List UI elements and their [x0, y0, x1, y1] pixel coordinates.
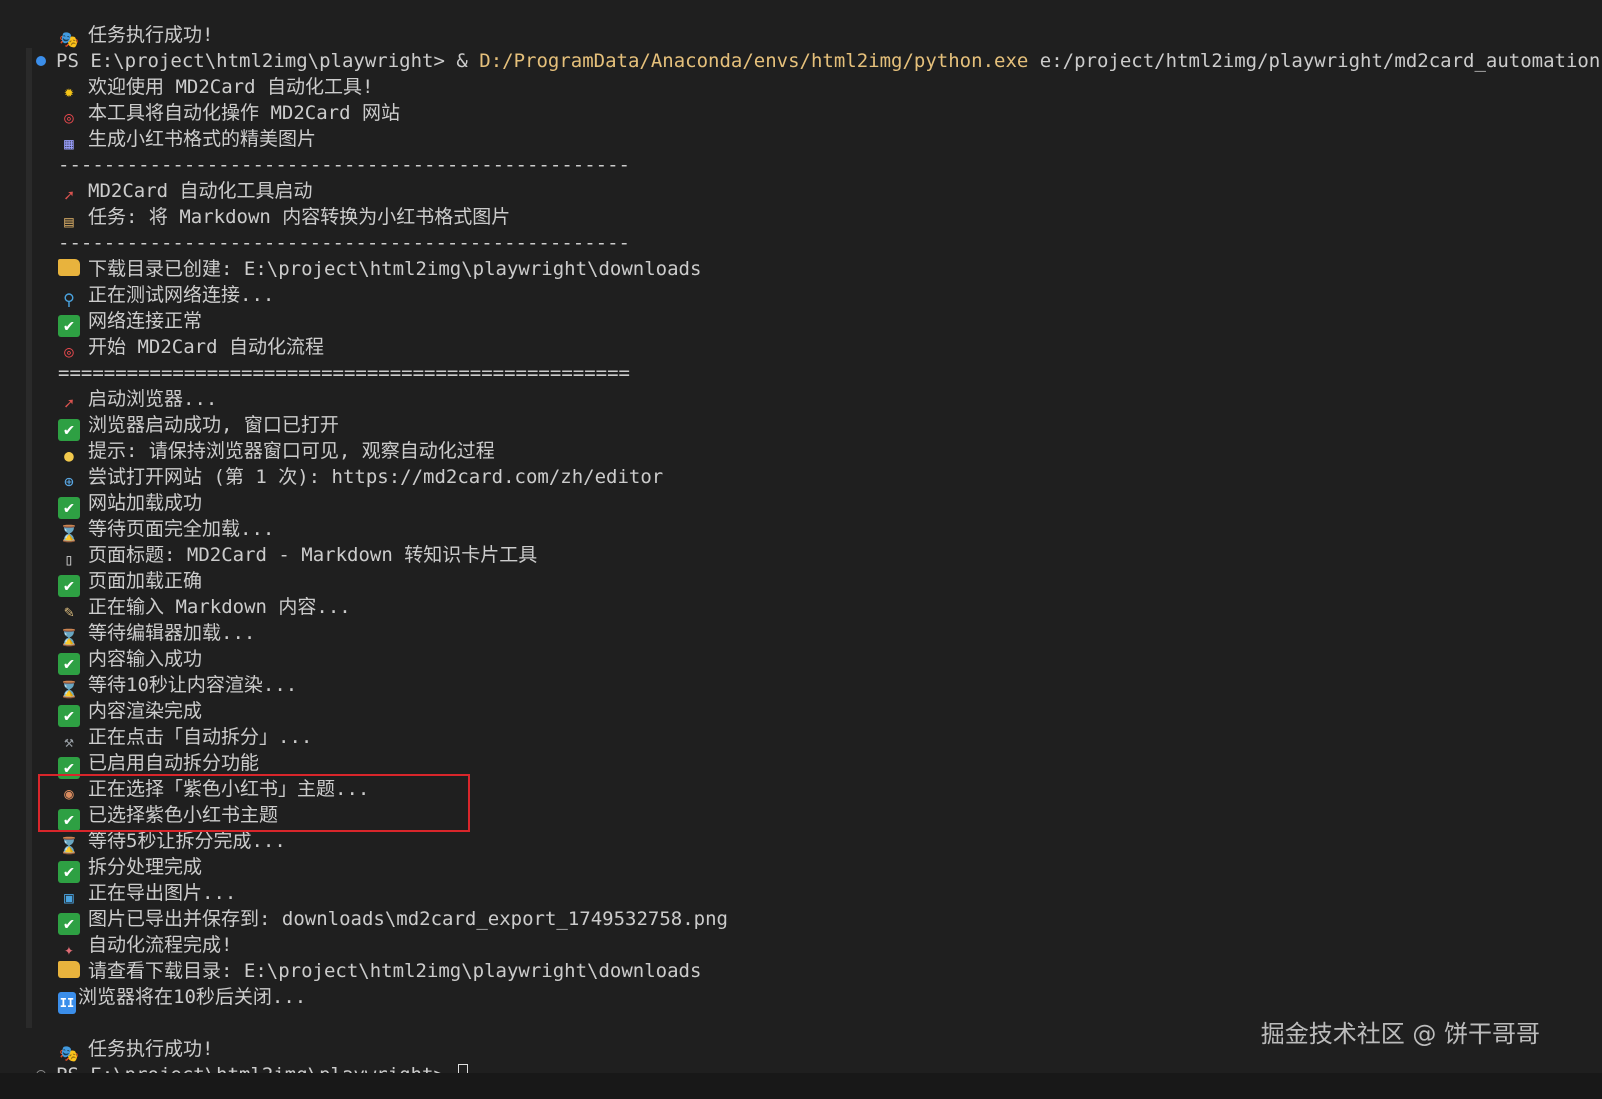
output-text: 浏览器将在10秒后关闭... [78, 986, 307, 1008]
divider-line: ----------------------------------------… [0, 152, 1602, 178]
output-text: 等待5秒让拆分完成... [88, 830, 286, 852]
output-text: 生成小红书格式的精美图片 [88, 128, 317, 150]
output-text: MD2Card 自动化工具启动 [88, 180, 313, 202]
output-text: 正在导出图片... [88, 882, 237, 904]
pause-icon: II [58, 992, 76, 1014]
output-text: 页面加载正确 [88, 570, 203, 592]
bottom-strip [0, 1073, 1602, 1099]
folder-icon [58, 259, 80, 276]
output-line: ✔ 浏览器启动成功, 窗口已打开 [0, 412, 1602, 441]
output-line: ▦ 生成小红书格式的精美图片 [0, 126, 1602, 153]
output-text: 网络连接正常 [88, 310, 203, 332]
prompt-text: PS E:\project\html2img\playwright> & [56, 50, 480, 72]
output-line: ✔ 页面加载正确 [0, 568, 1602, 597]
terminal-output: 🎭 任务执行成功! PS E:\project\html2img\playwrigh… [0, 22, 1602, 1088]
output-line: ✔ 拆分处理完成 [0, 854, 1602, 883]
output-text: 启动浏览器... [88, 388, 218, 410]
output-line: II 浏览器将在10秒后关闭... [0, 984, 1602, 1014]
output-line: ● 提示: 请保持浏览器窗口可见, 观察自动化过程 [0, 438, 1602, 465]
output-text: 提示: 请保持浏览器窗口可见, 观察自动化过程 [88, 440, 495, 462]
output-text: 图片已导出并保存到: downloads\md2card_export_1749… [88, 908, 728, 930]
output-text: 请查看下载目录: E:\project\html2img\playwright\… [88, 960, 702, 982]
output-text: 开始 MD2Card 自动化流程 [88, 336, 324, 358]
output-line: ✔ 已启用自动拆分功能 [0, 750, 1602, 779]
output-text: 内容输入成功 [88, 648, 203, 670]
output-text: 任务执行成功! [88, 24, 214, 46]
folder-icon [58, 961, 80, 978]
output-text: 内容渲染完成 [88, 700, 203, 722]
output-line: ➚ MD2Card 自动化工具启动 [0, 178, 1602, 205]
output-line: ✦ 自动化流程完成! [0, 932, 1602, 959]
output-line: ⚒ 正在点击「自动拆分」... [0, 724, 1602, 751]
output-line: 下载目录已创建: E:\project\html2img\playwright\… [0, 256, 1602, 282]
output-text: 欢迎使用 MD2Card 自动化工具! [88, 76, 374, 98]
output-text: 下载目录已创建: E:\project\html2img\playwright\… [88, 258, 702, 280]
output-line: ➚ 启动浏览器... [0, 386, 1602, 413]
output-line: ✹ 欢迎使用 MD2Card 自动化工具! [0, 74, 1602, 101]
command-status-dot-icon[interactable] [36, 56, 46, 66]
output-line: ✔ 内容输入成功 [0, 646, 1602, 675]
output-text: 网站加载成功 [88, 492, 203, 514]
output-text: 正在输入 Markdown 内容... [88, 596, 351, 618]
output-text: 本工具将自动化操作 MD2Card 网站 [88, 102, 400, 124]
terminal-window[interactable]: 🎭 任务执行成功! PS E:\project\html2img\playwrigh… [0, 0, 1602, 1099]
output-line: ✔ 网络连接正常 [0, 308, 1602, 337]
output-text: 等待编辑器加载... [88, 622, 256, 644]
output-text: 任务执行成功! [88, 1038, 214, 1060]
output-text: 自动化流程完成! [88, 934, 233, 956]
output-line: ▯ 页面标题: MD2Card - Markdown 转知识卡片工具 [0, 542, 1602, 569]
output-line: ◎ 本工具将自动化操作 MD2Card 网站 [0, 100, 1602, 127]
output-text: 正在点击「自动拆分」... [88, 726, 313, 748]
divider-text: ----------------------------------------… [58, 154, 630, 176]
script-path: e:/project/html2img/playwright/md2card_a… [1028, 50, 1602, 72]
output-line: 🎭 任务执行成功! [0, 22, 1602, 49]
output-line: 请查看下载目录: E:\project\html2img\playwright\… [0, 958, 1602, 984]
output-text: 页面标题: MD2Card - Markdown 转知识卡片工具 [88, 544, 538, 566]
output-line: ✔ 内容渲染完成 [0, 698, 1602, 727]
output-text: 任务: 将 Markdown 内容转换为小红书格式图片 [88, 206, 511, 228]
output-line: ⌛ 等待10秒让内容渲染... [0, 672, 1602, 699]
divider-line: ----------------------------------------… [0, 230, 1602, 256]
python-exe-path: D:/ProgramData/Anaconda/envs/html2img/py… [479, 50, 1029, 72]
output-line: ✔ 图片已导出并保存到: downloads\md2card_export_174… [0, 906, 1602, 935]
output-line: ⌛ 等待编辑器加载... [0, 620, 1602, 647]
output-line: ◎ 开始 MD2Card 自动化流程 [0, 334, 1602, 361]
output-text: 浏览器启动成功, 窗口已打开 [88, 414, 339, 436]
output-line: ⌛ 等待页面完全加载... [0, 516, 1602, 543]
output-line: ⊕ 尝试打开网站 (第 1 次): https://md2card.com/zh/… [0, 464, 1602, 491]
divider-text: ========================================… [58, 362, 630, 384]
output-text: 尝试打开网站 (第 1 次): https://md2card.com/zh/e… [88, 466, 664, 488]
output-text: 已启用自动拆分功能 [88, 752, 260, 774]
output-line: ✎ 正在输入 Markdown 内容... [0, 594, 1602, 621]
output-line: ▤ 任务: 将 Markdown 内容转换为小红书格式图片 [0, 204, 1602, 231]
output-text: 等待10秒让内容渲染... [88, 674, 298, 696]
output-line: ⚲ 正在测试网络连接... [0, 282, 1602, 309]
output-text: 拆分处理完成 [88, 856, 203, 878]
command-line: PS E:\project\html2img\playwright> & D:/… [0, 48, 1602, 74]
output-text: 正在测试网络连接... [88, 284, 275, 306]
divider-text: ----------------------------------------… [58, 232, 630, 254]
highlight-annotation-box [38, 774, 470, 832]
divider-line: ========================================… [0, 360, 1602, 386]
output-text: 等待页面完全加载... [88, 518, 275, 540]
output-line: ▣ 正在导出图片... [0, 880, 1602, 907]
output-line: ✔ 网站加载成功 [0, 490, 1602, 519]
watermark: 掘金技术社区 @ 饼干哥哥 [1260, 1020, 1540, 1048]
